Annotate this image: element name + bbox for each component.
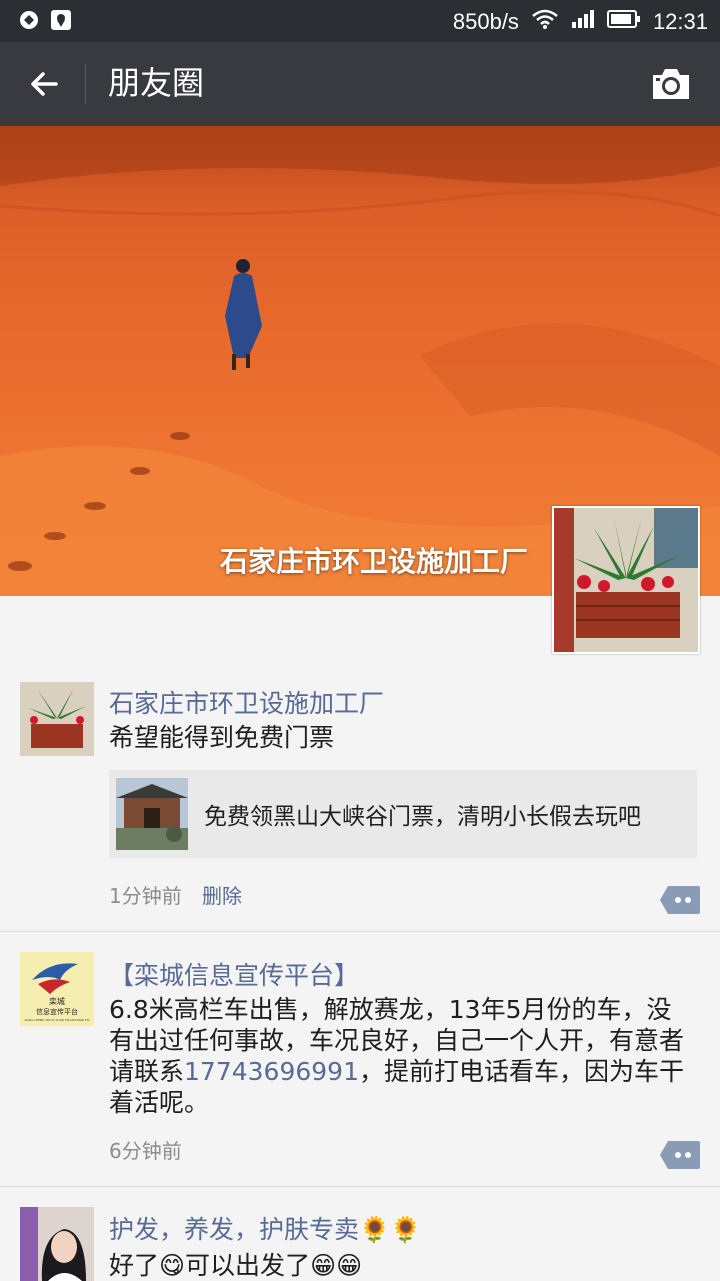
post-author-name[interactable]: 石家庄市环卫设施加工厂	[109, 684, 384, 720]
comment-icon[interactable]	[660, 1141, 700, 1169]
avatar[interactable]	[20, 1207, 94, 1281]
nav-bar: 朋友圈	[0, 42, 720, 126]
delete-button[interactable]: 删除	[202, 880, 242, 909]
post-text: 好了😋可以出发了😁😁	[109, 1251, 363, 1280]
battery-icon	[606, 9, 641, 35]
svg-text:LUAN CHENG XIN XI XUAN CHUAN P: LUAN CHENG XIN XI XUAN CHUAN PING TAI	[25, 1018, 90, 1022]
signal-icon	[571, 8, 595, 36]
share-thumbnail	[116, 778, 188, 850]
nav-divider	[85, 64, 86, 104]
camera-icon[interactable]	[650, 66, 692, 102]
post-author-name[interactable]: 【栾城信息宣传平台】	[109, 956, 359, 992]
status-bar: 850b/s 12:31	[0, 0, 720, 42]
shared-link-card[interactable]: 免费领黑山大峡谷门票，清明小长假去玩吧	[109, 770, 697, 858]
wifi-icon	[531, 8, 559, 36]
post-text: 6.8米高栏车出售，解放赛龙，13年5月份的车，没有出过任何事故，车况良好，自己…	[109, 994, 694, 1118]
network-speed: 850b/s	[452, 9, 519, 34]
svg-text:信息宣传平台: 信息宣传平台	[36, 1007, 78, 1016]
phone-link[interactable]: 17743696991	[184, 1057, 359, 1086]
page-title: 朋友圈	[108, 64, 205, 102]
post-timestamp: 1分钟前	[109, 884, 182, 908]
comment-icon[interactable]	[660, 886, 700, 914]
post-divider	[0, 931, 720, 932]
avatar[interactable]: 栾城 信息宣传平台 LUAN CHENG XIN XI XUAN CHUAN P…	[20, 952, 94, 1026]
clock: 12:31	[652, 9, 708, 34]
back-arrow-icon[interactable]	[26, 66, 62, 102]
post-divider	[0, 1186, 720, 1187]
post-text: 希望能得到免费门票	[109, 723, 335, 752]
post-author-name[interactable]: 护发，养发，护肤专卖🌻🌻	[109, 1210, 421, 1246]
share-title: 免费领黑山大峡谷门票，清明小长假去玩吧	[204, 804, 641, 830]
location-icon	[50, 9, 72, 37]
avatar[interactable]	[20, 682, 94, 756]
post-timestamp: 6分钟前	[109, 1139, 182, 1163]
profile-avatar[interactable]	[552, 506, 700, 654]
vpn-icon	[18, 9, 40, 37]
cover-user-name: 石家庄市环卫设施加工厂	[219, 545, 528, 578]
svg-text:栾城: 栾城	[49, 996, 65, 1006]
